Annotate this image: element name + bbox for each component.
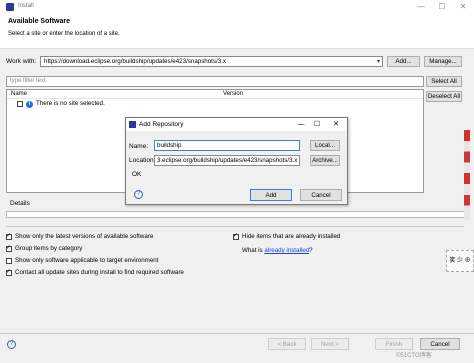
side-note-label: 笑 少 ⊕: [446, 250, 474, 272]
column-version-header[interactable]: Version: [223, 91, 243, 97]
details-area: [6, 211, 470, 218]
tree-row[interactable]: i There is no site selected.: [17, 100, 217, 109]
minimize-button[interactable]: —: [412, 0, 430, 14]
watermark: ©51CTO博客: [396, 353, 432, 359]
filter-input[interactable]: type filter text: [6, 76, 424, 87]
local-button[interactable]: Local...: [310, 140, 340, 151]
show-applicable-label: Show only software applicable to target …: [15, 257, 159, 264]
eclipse-icon: [129, 121, 136, 128]
dialog-add-button[interactable]: Add: [250, 189, 292, 201]
group-category-checkbox[interactable]: [6, 246, 12, 252]
work-with-label: Work with:: [6, 58, 37, 65]
add-site-button[interactable]: Add...: [387, 56, 420, 67]
dialog-title-bar: Add Repository — ☐ ✕: [126, 118, 347, 131]
dialog-minimize-button[interactable]: —: [294, 118, 308, 131]
footer-divider: [0, 333, 474, 334]
show-applicable-checkbox[interactable]: [6, 258, 12, 264]
name-input[interactable]: buildship: [154, 140, 300, 151]
row-checkbox[interactable]: [17, 101, 23, 107]
help-icon[interactable]: ?: [7, 340, 16, 349]
side-scrollbar[interactable]: [464, 130, 470, 220]
manage-button[interactable]: Manage...: [424, 56, 462, 67]
deselect-all-button[interactable]: Deselect All: [426, 91, 462, 102]
header-divider: [7, 98, 423, 99]
already-installed-link[interactable]: already installed: [264, 247, 309, 254]
show-latest-label: Show only the latest versions of availab…: [15, 233, 154, 240]
dialog-maximize-button[interactable]: ☐: [310, 118, 324, 131]
hide-installed-checkbox[interactable]: [233, 234, 239, 240]
location-input[interactable]: 3.eclipse.org/buildship/updates/e423/sna…: [154, 155, 300, 166]
scrollbar-thumb[interactable]: [464, 130, 470, 220]
name-label: Name:: [129, 143, 149, 150]
back-button[interactable]: < Back: [268, 338, 306, 350]
group-category-label: Group items by category: [15, 245, 83, 252]
contact-sites-label: Contact all update sites during install …: [15, 269, 184, 276]
info-icon: i: [26, 101, 33, 108]
page-title: Available Software: [8, 18, 70, 25]
wizard-header: Available Software Select a site or ente…: [0, 14, 474, 49]
finish-button[interactable]: Finish: [375, 338, 413, 350]
work-with-combo[interactable]: https://download.eclipse.org/buildship/u…: [40, 56, 383, 67]
chevron-down-icon[interactable]: ▾: [377, 57, 380, 66]
what-is-suffix: ?: [309, 247, 313, 254]
options-divider: [6, 226, 464, 227]
work-with-value: https://download.eclipse.org/buildship/u…: [44, 58, 226, 65]
cancel-button[interactable]: Cancel: [420, 338, 460, 350]
select-all-button[interactable]: Select All: [426, 76, 462, 87]
dialog-help-icon[interactable]: ?: [134, 190, 143, 199]
next-button[interactable]: Next >: [311, 338, 349, 350]
archive-button[interactable]: Archive...: [310, 155, 340, 166]
maximize-button[interactable]: ☐: [433, 0, 451, 14]
hide-installed-label: Hide items that are already installed: [242, 233, 341, 240]
location-label: Location:: [129, 157, 156, 164]
close-button[interactable]: ✕: [454, 0, 472, 14]
what-is-line: What is already installed?: [242, 247, 313, 254]
title-bar: Install — ☐ ✕: [0, 0, 474, 14]
details-label: Details: [10, 200, 30, 207]
dialog-cancel-button[interactable]: Cancel: [300, 189, 342, 201]
column-name-header[interactable]: Name: [11, 91, 27, 97]
what-is-text: What is: [242, 247, 263, 254]
tree-row-label: There is no site selected.: [36, 100, 105, 107]
dialog-close-button[interactable]: ✕: [329, 118, 343, 131]
show-latest-checkbox[interactable]: [6, 234, 12, 240]
dialog-title: Add Repository: [139, 121, 184, 128]
add-repository-dialog: Add Repository — ☐ ✕ Name: buildship Loc…: [125, 117, 348, 205]
dialog-status-text: OK: [132, 171, 142, 178]
page-subtitle: Select a site or enter the location of a…: [8, 31, 120, 37]
window-title: Install: [18, 3, 34, 9]
contact-sites-checkbox[interactable]: [6, 270, 12, 276]
eclipse-icon: [6, 3, 14, 11]
